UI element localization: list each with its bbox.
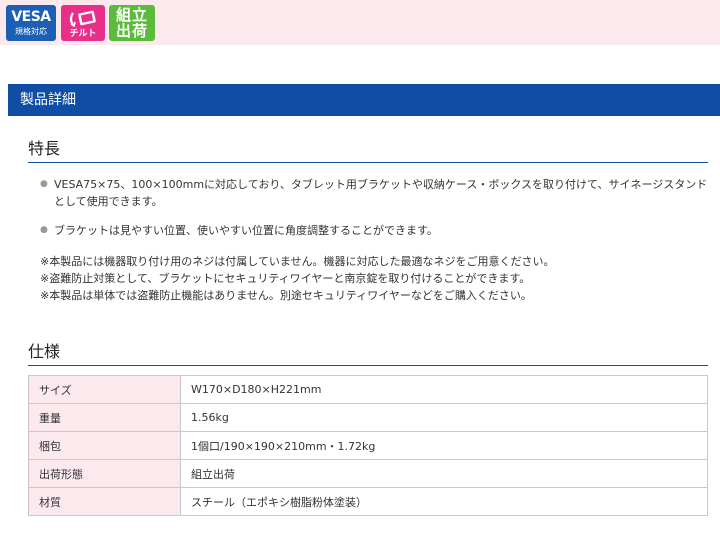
vesa-badge: VESA 規格対応 [6,5,56,41]
feature-text: ブラケットは見やすい位置、使いやすい位置に角度調整することができます。 [54,224,438,237]
tilt-badge-label: チルト [69,29,97,39]
spec-value: 1個口/190×190×210mm・1.72kg [180,431,708,460]
note-item: ※本製品には機器取り付け用のネジは付属していません。機器に対応した最適なネジをご… [40,255,555,268]
spec-key: サイズ [28,375,181,404]
features-heading: 特長 [28,138,708,163]
spec-value: 組立出荷 [180,459,708,488]
feature-text: VESA75×75、100×100mmに対応しており、タブレット用ブラケットや収… [54,178,708,208]
bullet-icon: ● [40,179,48,189]
notes-block: ※本製品には機器取り付け用のネジは付属していません。機器に対応した最適なネジをご… [40,253,710,304]
assembled-shipping-badge: 組立 出荷 [109,5,155,41]
vesa-badge-sublabel: 規格対応 [15,27,47,36]
spec-value: W170×D180×H221mm [180,375,708,404]
product-details-header: 製品詳細 [8,84,720,116]
spec-key: 出荷形態 [28,459,181,488]
specs-heading: 仕様 [28,341,708,366]
bullet-icon: ● [40,225,48,235]
spec-key: 材質 [28,487,181,516]
vesa-badge-label: VESA [11,9,51,25]
note-item: ※本製品は単体では盗難防止機能はありません。別途セキュリティワイヤーなどをご購入… [40,289,532,302]
assembled-badge-line1: 組立 [115,6,148,24]
list-item: ● ブラケットは見やすい位置、使いやすい位置に角度調整することができます。 [40,222,710,239]
feature-list: ● VESA75×75、100×100mmに対応しており、タブレット用ブラケットや… [40,176,710,239]
tilt-icon [69,10,96,28]
spec-table: サイズ W170×D180×H221mm 重量 1.56kg 梱包 1個口/19… [28,375,708,516]
table-row: サイズ W170×D180×H221mm [28,375,708,404]
note-item: ※盗難防止対策として、ブラケットにセキュリティワイヤーと南京錠を取り付けることが… [40,272,531,285]
spec-key: 梱包 [28,431,181,460]
tilt-badge: チルト [61,5,105,41]
spec-value: スチール（エポキシ樹脂粉体塗装） [180,487,708,516]
table-row: 重量 1.56kg [28,403,708,432]
spec-key: 重量 [28,403,181,432]
table-row: 梱包 1個口/190×190×210mm・1.72kg [28,431,708,460]
spec-value: 1.56kg [180,403,708,432]
assembled-badge-line2: 出荷 [115,22,148,40]
feature-badge-strip: VESA 規格対応 チルト 組立 出荷 [0,0,720,45]
table-row: 材質 スチール（エポキシ樹脂粉体塗装） [28,487,708,516]
table-row: 出荷形態 組立出荷 [28,459,708,488]
list-item: ● VESA75×75、100×100mmに対応しており、タブレット用ブラケットや… [40,176,710,210]
